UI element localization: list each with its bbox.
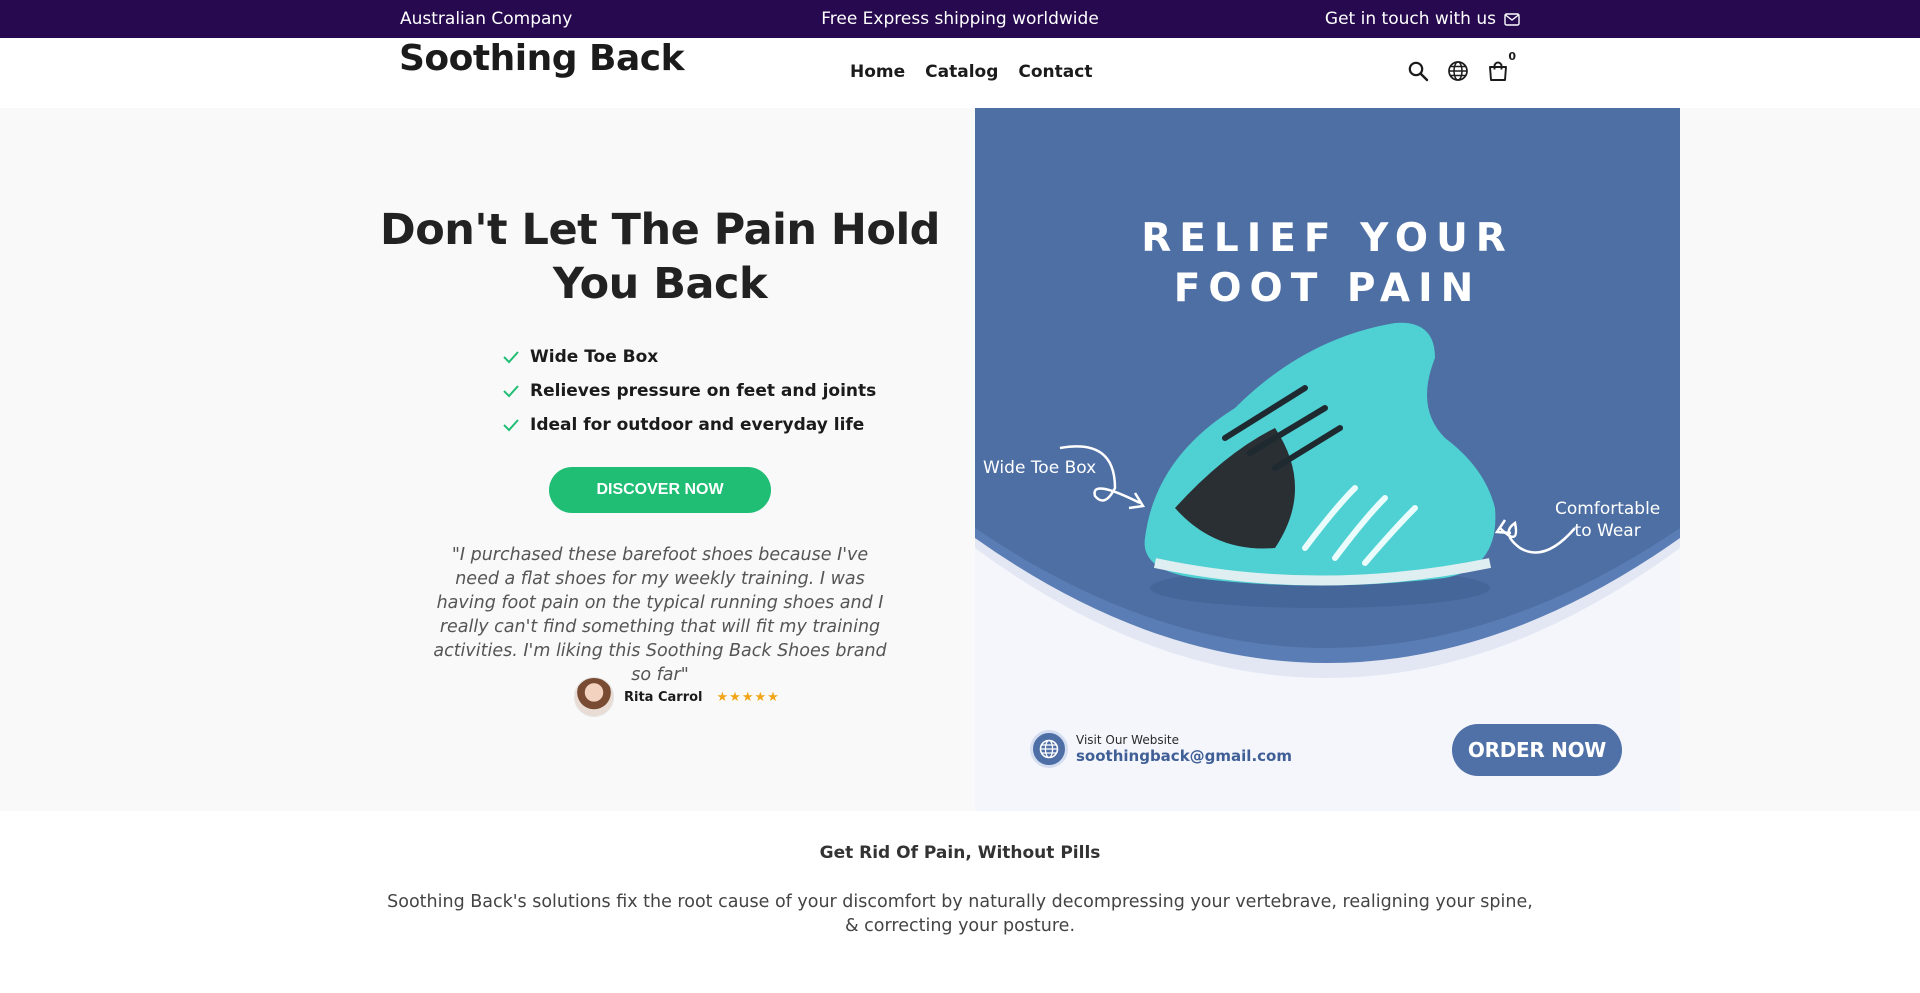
visit-label: Visit Our Website	[1076, 733, 1180, 747]
hero-content: Don't Let The Pain Hold You Back Wide To…	[360, 108, 960, 811]
banner-title: RELIEF YOUR FOOT PAIN	[1141, 216, 1514, 311]
feature-item: Wide Toe Box	[502, 340, 876, 374]
feature-text: Wide Toe Box	[530, 347, 659, 367]
nav-home[interactable]: Home	[850, 62, 905, 82]
feature-item: Relieves pressure on feet and joints	[502, 374, 876, 408]
callout-wide-toe-box: Wide Toe Box	[983, 458, 1097, 478]
banner-email: soothingback@gmail.com	[1076, 747, 1292, 765]
section-heading: Get Rid Of Pain, Without Pills	[819, 843, 1101, 863]
hero-section: Don't Let The Pain Hold You Back Wide To…	[0, 108, 1920, 811]
site-header: Soothing Back Home Catalog Contact 0	[0, 38, 1920, 108]
site-logo[interactable]: Soothing Back	[399, 38, 685, 79]
discover-now-button[interactable]: DISCOVER NOW	[549, 467, 771, 513]
language-button[interactable]	[1446, 58, 1470, 84]
main-nav: Home Catalog Contact	[850, 62, 1092, 82]
search-button[interactable]	[1406, 58, 1430, 84]
feature-item: Ideal for outdoor and everyday life	[502, 408, 876, 442]
contact-link-label: Get in touch with us	[1324, 9, 1496, 29]
promo-banner[interactable]: RELIEF YOUR FOOT PAIN Wide Toe Box Comfo…	[975, 108, 1680, 811]
feature-text: Relieves pressure on feet and joints	[530, 381, 877, 401]
reviewer-name: Rita Carrol	[624, 689, 703, 705]
search-icon	[1408, 61, 1429, 82]
announcement-bar: Australian Company Free Express shipping…	[0, 0, 1920, 38]
globe-icon	[1448, 61, 1468, 81]
reviewer: Rita Carrol ★★★★★	[574, 677, 780, 717]
benefits-section: Get Rid Of Pain, Without Pills Soothing …	[0, 811, 1920, 993]
feature-text: Ideal for outdoor and everyday life	[530, 415, 865, 435]
testimonial-quote: "I purchased these barefoot shoes becaus…	[433, 545, 887, 685]
cart-count-badge: 0	[1508, 50, 1516, 63]
globe-icon	[1039, 739, 1059, 759]
announcement-center-text: Free Express shipping worldwide	[821, 9, 1099, 29]
contact-link[interactable]: Get in touch with us	[1325, 9, 1520, 29]
checkmark-icon	[503, 419, 519, 432]
callout-comfortable: Comfortable to Wear	[1555, 499, 1661, 541]
mail-icon	[1504, 12, 1520, 26]
nav-contact[interactable]: Contact	[1018, 62, 1092, 82]
avatar	[574, 677, 614, 717]
header-icons: 0	[1406, 50, 1516, 84]
section-text: Soothing Back's solutions fix the root c…	[387, 892, 1533, 936]
hero-title: Don't Let The Pain Hold You Back	[380, 205, 940, 309]
visit-website: Visit Our Website soothingback@gmail.com	[1030, 730, 1292, 768]
feature-list: Wide Toe Box Relieves pressure on feet a…	[502, 340, 876, 442]
star-rating: ★★★★★	[716, 689, 780, 705]
globe-badge	[1030, 730, 1068, 768]
nav-catalog[interactable]: Catalog	[925, 62, 998, 82]
announcement-left-text: Australian Company	[400, 9, 573, 29]
order-now-button[interactable]: ORDER NOW	[1452, 724, 1622, 776]
shopping-bag-icon	[1489, 61, 1507, 81]
checkmark-icon	[503, 351, 519, 364]
cart-button[interactable]: 0	[1486, 50, 1516, 84]
checkmark-icon	[503, 385, 519, 398]
